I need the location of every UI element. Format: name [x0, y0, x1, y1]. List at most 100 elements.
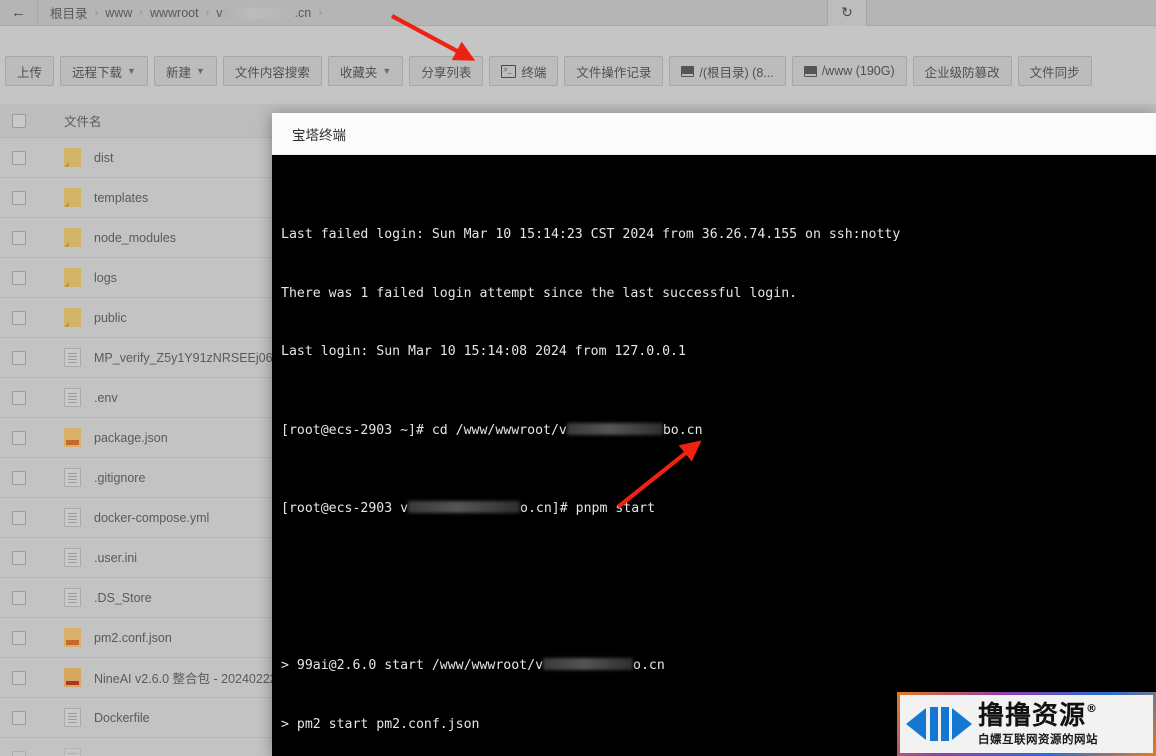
registered-mark-icon: ®	[1086, 701, 1099, 715]
toolbar-button-9[interactable]: /www (190G)	[791, 56, 907, 86]
toolbar-button-label: 企业级防篡改	[924, 65, 1000, 80]
redacted-path-mask	[543, 657, 634, 670]
terminal-dialog: 宝塔终端 Last failed login: Sun Mar 10 15:14…	[272, 113, 1156, 756]
toolbar-button-6[interactable]: >_ 终端	[489, 56, 559, 86]
watermark-title-text: 撸撸资源	[978, 700, 1087, 731]
toolbar-button-11[interactable]: 文件同步	[1017, 56, 1092, 86]
toolbar-button-3[interactable]: 文件内容搜索	[222, 56, 322, 86]
breadcrumb-item-1[interactable]: www	[105, 6, 132, 20]
doc-icon	[64, 748, 81, 756]
back-arrow-icon[interactable]: ←	[0, 0, 38, 26]
terminal-line-cd-command: [root@ecs-2903 ~]# cd /www/wwwroot/v bo.c…	[281, 421, 1156, 441]
toolbar-button-0[interactable]: 上传	[5, 56, 55, 86]
terminal-line-last-failed-login: Last failed login: Sun Mar 10 15:14:23 C…	[281, 226, 901, 242]
file-name: public	[94, 310, 127, 325]
chevron-down-icon: ▼	[195, 66, 205, 76]
toolbar-button-label: /www (190G)	[821, 64, 895, 78]
toolbar-button-7[interactable]: 文件操作记录	[564, 56, 664, 86]
row-checkbox[interactable]	[12, 510, 26, 525]
breadcrumb-item-2[interactable]: wwwroot	[150, 6, 199, 20]
breadcrumb-bar: ← 根目录 › www › wwwroot › v .cn › ↻	[0, 0, 1156, 26]
toolbar-button-label: 文件内容搜索	[234, 65, 310, 80]
pkg-start-suffix: o.cn	[633, 657, 665, 673]
chevron-down-icon: ▼	[382, 66, 392, 76]
chevron-down-icon: ▼	[127, 66, 136, 76]
row-checkbox[interactable]	[12, 670, 26, 685]
pnpm-prompt-prefix: [root@ecs-2903 v	[281, 501, 409, 517]
toolbar-button-4[interactable]: 收藏夹 ▼	[327, 56, 404, 86]
file-name: .DS_Store	[94, 590, 152, 605]
row-checkbox[interactable]	[12, 190, 26, 205]
file-name: templates	[94, 190, 149, 205]
file-name: docker-compose.yml	[94, 510, 210, 525]
watermark-title: 撸撸资源®	[978, 703, 1098, 729]
row-checkbox[interactable]	[12, 390, 26, 405]
watermark-tagline: 白嫖互联网资源的网站	[978, 731, 1098, 746]
doc-icon	[64, 468, 81, 487]
redacted-path-mask	[408, 501, 521, 514]
toolbar-button-8[interactable]: /(根目录) (8...	[669, 56, 786, 86]
refresh-icon[interactable]: ↻	[827, 0, 867, 26]
file-name: pm2.conf.json	[94, 630, 172, 645]
doc-icon	[64, 388, 81, 407]
row-checkbox[interactable]	[12, 710, 26, 725]
file-name: package.json	[94, 430, 168, 445]
json-icon	[64, 428, 81, 447]
folder-icon	[64, 148, 81, 167]
toolbar-button-label: 文件同步	[1029, 65, 1080, 80]
row-checkbox[interactable]	[12, 270, 26, 285]
row-checkbox[interactable]	[12, 750, 26, 756]
doc-icon	[64, 548, 81, 567]
toolbar-button-10[interactable]: 企业级防篡改	[912, 56, 1012, 86]
breadcrumb-item-3[interactable]: v .cn	[216, 6, 311, 20]
toolbar-button-label: 分享列表	[421, 65, 472, 80]
row-checkbox[interactable]	[12, 350, 26, 365]
file-name: node_modules	[94, 230, 177, 245]
toolbar-button-label: 文件操作记录	[576, 65, 652, 80]
watermark-text: 撸撸资源® 白嫖互联网资源的网站	[978, 703, 1098, 746]
row-checkbox[interactable]	[12, 590, 26, 605]
row-checkbox[interactable]	[12, 470, 26, 485]
terminal-output[interactable]: Last failed login: Sun Mar 10 15:14:23 C…	[272, 155, 1156, 756]
row-checkbox[interactable]	[12, 310, 26, 325]
chevron-right-icon: ›	[139, 6, 143, 19]
chevron-right-icon: ›	[318, 6, 322, 19]
terminal-line-pnpm-start: [root@ecs-2903 v o.cn]# pnpm start	[281, 499, 1156, 519]
row-checkbox[interactable]	[12, 230, 26, 245]
terminal-line-pkg-start: > 99ai@2.6.0 start /www/wwwroot/v o.cn	[281, 656, 1156, 676]
toolbar-button-label: 远程下载	[72, 65, 123, 80]
toolbar-button-2[interactable]: 新建 ▼	[153, 56, 217, 86]
row-checkbox[interactable]	[12, 630, 26, 645]
select-all-checkbox[interactable]	[12, 113, 26, 128]
json-icon	[64, 628, 81, 647]
column-header-filename: 文件名	[64, 115, 102, 129]
chevron-right-icon: ›	[94, 6, 99, 19]
disk-icon	[803, 65, 817, 77]
doc-icon	[64, 348, 81, 367]
row-checkbox[interactable]	[12, 430, 26, 445]
redacted-path-mask	[566, 422, 663, 435]
toolbar-button-label: 上传	[17, 65, 43, 80]
diamond-arrows-logo-icon	[906, 707, 972, 741]
redacted-domain-mask	[222, 7, 295, 19]
row-checkbox[interactable]	[12, 550, 26, 565]
file-name: dist	[94, 150, 114, 165]
file-name: NineAI v2.6.0 整合包 - 20240222.zip	[94, 672, 297, 686]
file-name: Dockerfile	[94, 710, 150, 725]
terminal-line-last-login: Last login: Sun Mar 10 15:14:08 2024 fro…	[281, 344, 686, 360]
disk-icon	[681, 65, 695, 77]
toolbar-button-label: 收藏夹	[339, 65, 378, 80]
toolbar-button-label: /(根目录) (8...	[699, 65, 774, 80]
doc-icon	[64, 588, 81, 607]
breadcrumb-item-0[interactable]: 根目录	[50, 3, 88, 22]
toolbar-button-5[interactable]: 分享列表	[409, 56, 484, 86]
pnpm-cmd-suffix: o.cn]# pnpm start	[520, 501, 656, 517]
doc-icon	[64, 708, 81, 727]
watermark-badge: 撸撸资源® 白嫖互联网资源的网站	[897, 692, 1156, 756]
toolbar-button-1[interactable]: 远程下载 ▼	[60, 56, 148, 86]
file-name: .env	[94, 390, 118, 405]
toolbar-button-label: 终端	[521, 65, 547, 80]
terminal-title: 宝塔终端	[292, 127, 346, 143]
row-checkbox[interactable]	[12, 150, 26, 165]
